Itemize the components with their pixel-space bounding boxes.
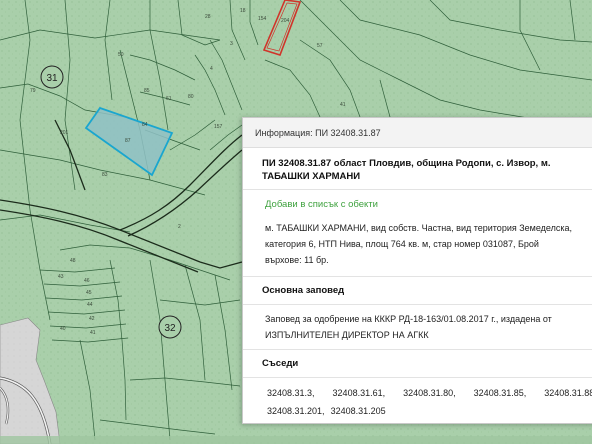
parcel-label: 80 <box>188 94 194 100</box>
neighbor-link[interactable]: 32408.31.88, <box>544 384 592 402</box>
zone-label-32: 32 <box>164 323 176 334</box>
parcel-description-line-3: върхове: 11 бр. <box>265 255 329 265</box>
zone-label-31: 31 <box>46 73 58 84</box>
parcel-label: 2 <box>178 224 181 230</box>
info-panel: Информация: ПИ 32408.31.87 ПИ 32408.31.8… <box>242 117 592 424</box>
parcel-label: 44 <box>87 302 93 308</box>
map-bottom-strip <box>0 436 592 444</box>
neighbor-link[interactable]: 32408.31.3, <box>267 384 315 402</box>
add-to-list-link[interactable]: Добави в списък с обекти <box>243 190 592 213</box>
parcel-label: 154 <box>258 16 267 22</box>
info-panel-header-text: Информация: ПИ 32408.31.87 <box>255 127 381 138</box>
order-section-title: Основна заповед <box>243 276 592 305</box>
order-text-line-2: ИЗПЪЛНИТЕЛЕН ДИРЕКТОР НА АГКК <box>265 330 429 340</box>
parcel-description-line-1: м. ТАБАШКИ ХАРМАНИ, вид собств. Частна, … <box>265 223 573 233</box>
parcel-label: 45 <box>86 290 92 296</box>
parcel-label: 42 <box>89 316 95 322</box>
neighbor-link[interactable]: 32408.31.205 <box>331 402 386 420</box>
parcel-description: м. ТАБАШКИ ХАРМАНИ, вид собств. Частна, … <box>243 213 592 268</box>
parcel-description-line-2: категория 6, НТП Нива, площ 764 кв. м, с… <box>265 239 539 249</box>
zone-marker-31: 31 <box>40 65 64 89</box>
parcel-label: 87 <box>125 138 131 144</box>
parcel-label: 85 <box>144 88 150 94</box>
parcel-label: 40 <box>60 326 66 332</box>
parcel-label: 3 <box>230 41 233 47</box>
parcel-label: 28 <box>205 14 211 20</box>
neighbors-section-title: Съседи <box>243 349 592 378</box>
parcel-label: 18 <box>240 8 246 14</box>
info-panel-header: Информация: ПИ 32408.31.87 <box>243 118 592 148</box>
parcel-label: 4 <box>210 66 213 72</box>
parcel-label: 48 <box>70 258 76 264</box>
parcel-label: 41 <box>90 330 96 336</box>
parcel-title-line-2: ТАБАШКИ ХАРМАНИ <box>262 171 361 182</box>
parcel-label: 46 <box>84 278 90 284</box>
parcel-label: 79 <box>30 88 36 94</box>
order-text-line-1: Заповед за одобрение на КККР РД-18-163/0… <box>265 314 552 324</box>
parcel-label: 57 <box>317 43 323 49</box>
parcel-label: 61 <box>166 96 172 102</box>
zone-marker-32: 32 <box>158 315 182 339</box>
neighbor-link[interactable]: 32408.31.201, <box>267 402 325 420</box>
neighbors-row: 32408.31.201, 32408.31.205 <box>267 402 592 420</box>
parcel-label: 84 <box>142 122 148 128</box>
neighbor-link[interactable]: 32408.31.80, <box>403 384 456 402</box>
parcel-label: 83 <box>102 172 108 178</box>
parcel-title: ПИ 32408.31.87 област Пловдив, община Ро… <box>243 148 592 183</box>
parcel-label: 201 <box>60 130 69 136</box>
neighbors-row: 32408.31.3, 32408.31.61, 32408.31.80, 32408… <box>267 384 592 402</box>
neighbor-link[interactable]: 32408.31.85, <box>474 384 527 402</box>
neighbors-list: 32408.31.3, 32408.31.61, 32408.31.80, 32408… <box>243 378 592 420</box>
parcel-label: 41 <box>340 102 346 108</box>
parcel-label: 43 <box>58 274 64 280</box>
order-text: Заповед за одобрение на КККР РД-18-163/0… <box>243 305 592 349</box>
parcel-label: 50 <box>118 52 124 58</box>
parcel-title-line-1: ПИ 32408.31.87 област Пловдив, община Ро… <box>262 158 551 169</box>
parcel-label: 157 <box>214 124 223 130</box>
neighbor-link[interactable]: 32408.31.61, <box>333 384 386 402</box>
parcel-label: 204 <box>281 18 290 24</box>
